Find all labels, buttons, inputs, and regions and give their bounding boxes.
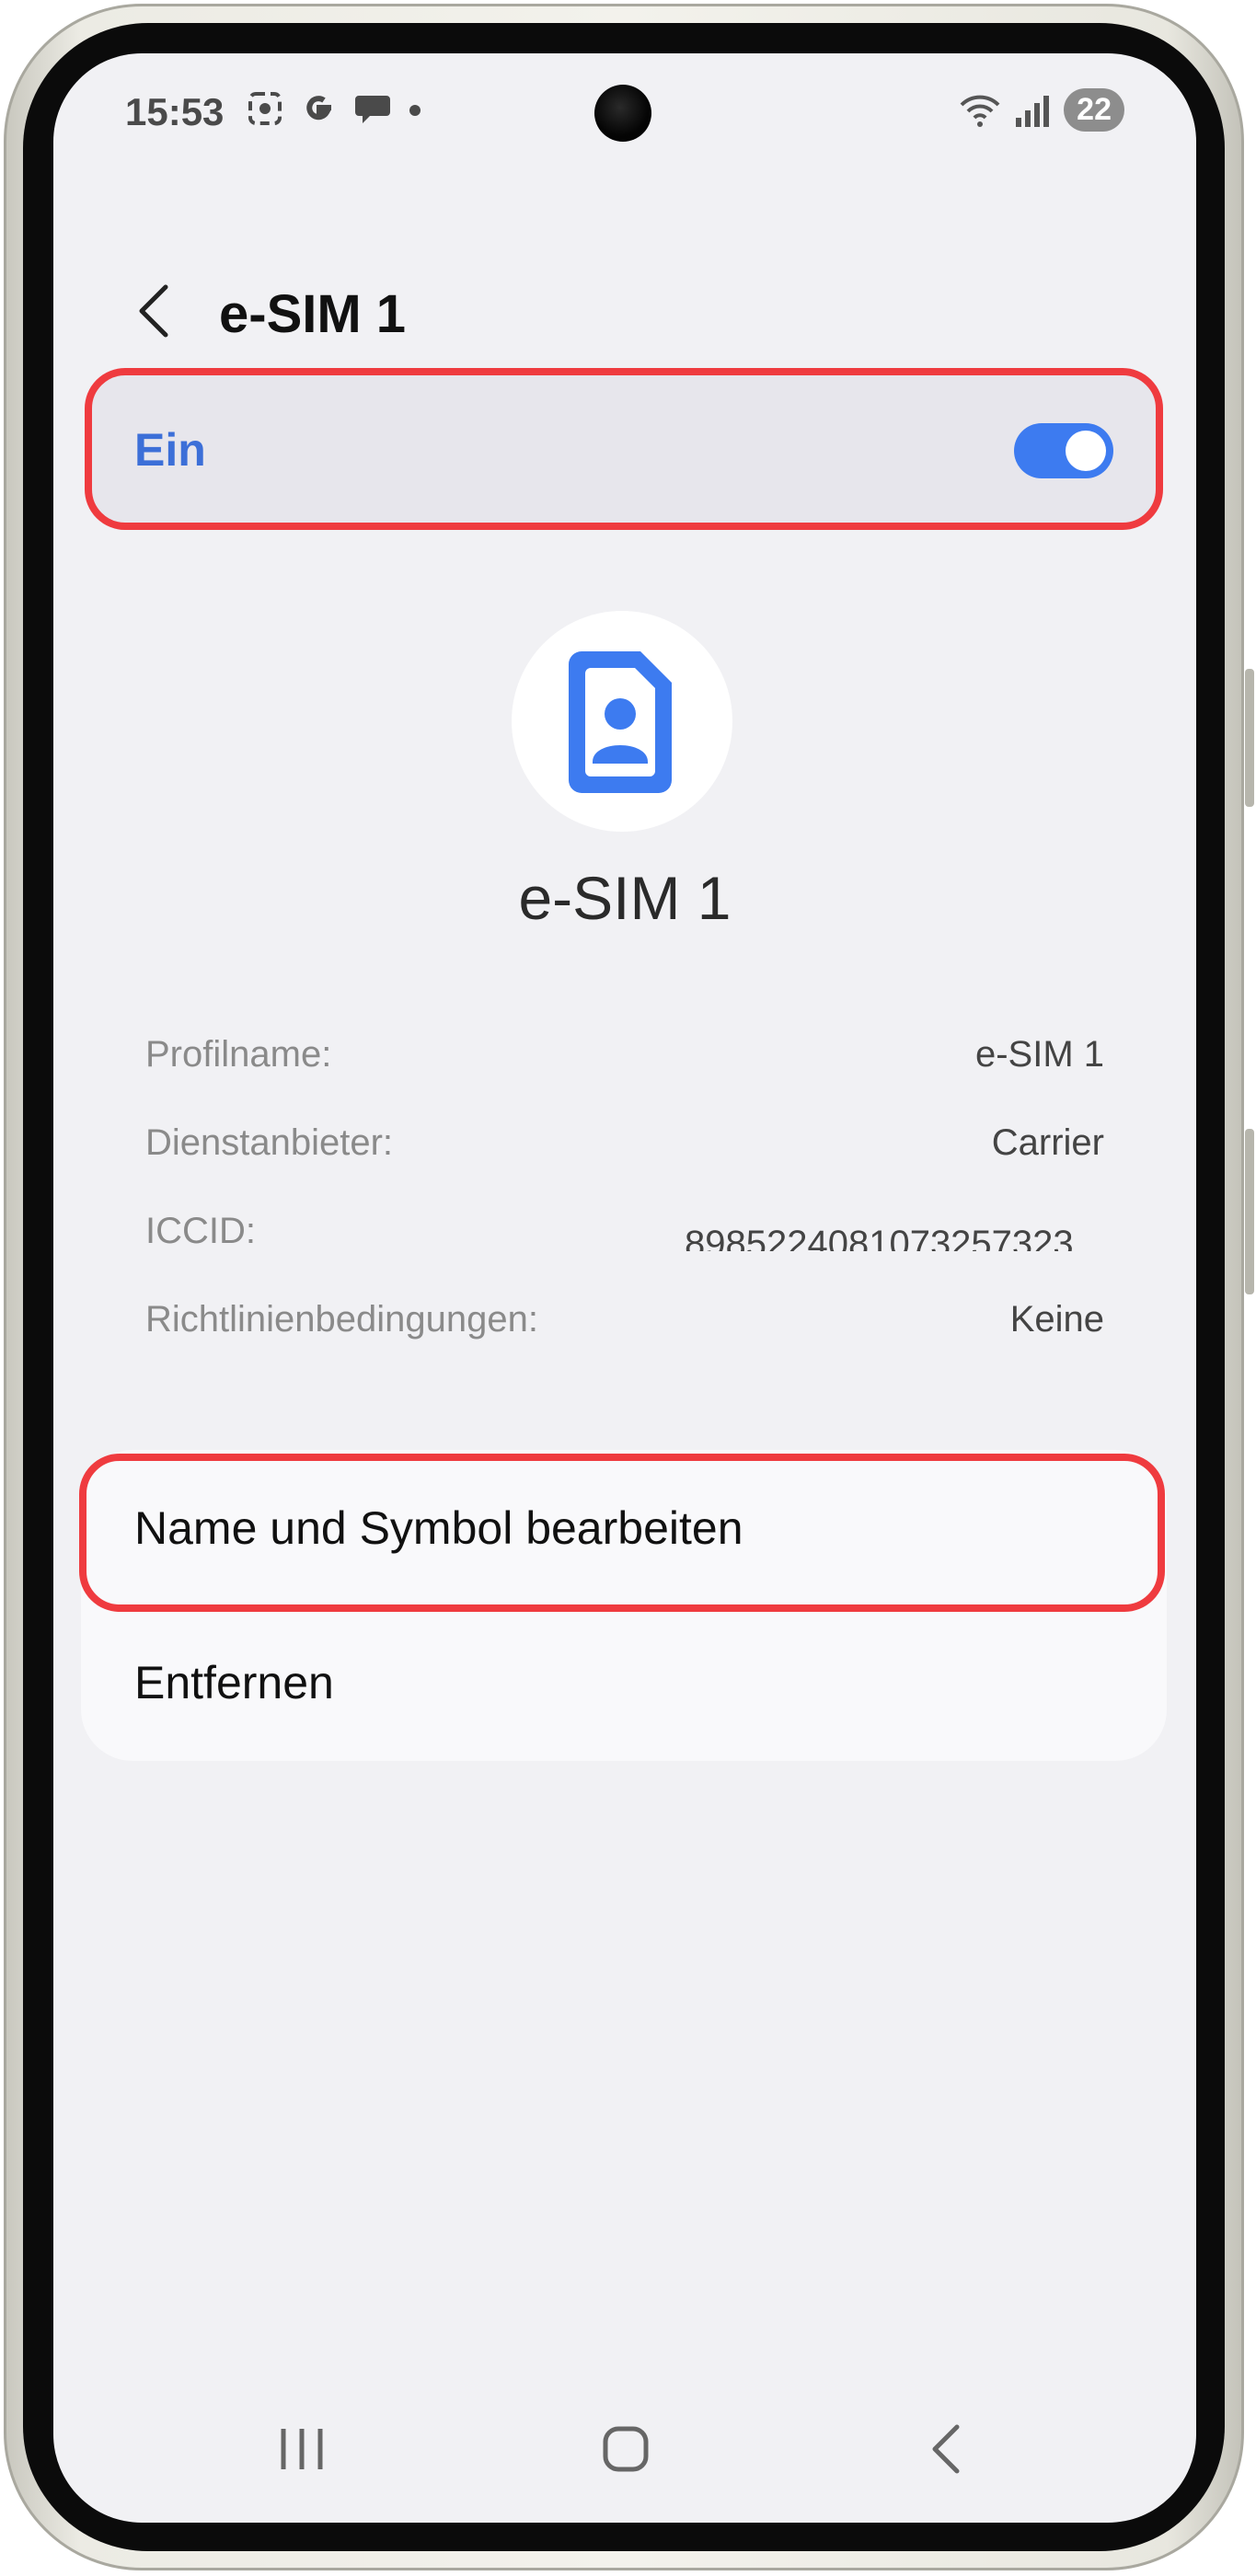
info-row-richtlinien: Richtlinienbedingungen: Keine (145, 1299, 1104, 1354)
info-label: Richtlinienbedingungen: (145, 1299, 538, 1340)
app-header: e-SIM 1 (53, 256, 1196, 366)
profile-name: e-SIM 1 (518, 864, 732, 932)
iccid-value: 8985224081073257323... (684, 1224, 1104, 1251)
iccid-clip: 8985224081073257323... (626, 1211, 1104, 1251)
info-label: Profilname: (145, 1034, 332, 1075)
edit-name-icon-button[interactable]: Name und Symbol bearbeiten (134, 1501, 743, 1555)
info-value: Carrier (991, 1122, 1104, 1163)
esim-switch[interactable] (1014, 423, 1113, 478)
status-left-icons (247, 90, 421, 127)
info-row-iccid: ICCID: 8985224081073257323... (145, 1211, 1104, 1266)
back-arrow-icon[interactable] (118, 274, 191, 348)
screen: 15:53 22 e-SIM 1 Ein e-SIM 1 Profilname:… (53, 53, 1196, 2523)
page-title: e-SIM 1 (219, 284, 407, 344)
recent-apps-icon[interactable] (265, 2412, 339, 2486)
profile-avatar (512, 611, 732, 832)
navigation-bar (53, 2385, 1196, 2523)
back-icon[interactable] (913, 2412, 986, 2486)
status-bar: 15:53 22 (53, 53, 1196, 173)
info-row-dienstanbieter: Dienstanbieter: Carrier (145, 1122, 1104, 1178)
switch-knob (1066, 431, 1106, 471)
info-value: e-SIM 1 (974, 1034, 1104, 1075)
google-icon (306, 96, 332, 121)
info-value: Keine (1009, 1299, 1104, 1340)
status-right-icons: 22 (959, 88, 1124, 132)
signal-icon (1016, 95, 1050, 127)
screenshot-icon (248, 92, 282, 125)
esim-toggle-row[interactable]: Ein (90, 375, 1158, 523)
power-button (1245, 1129, 1254, 1294)
front-camera (594, 85, 651, 142)
home-icon[interactable] (589, 2412, 663, 2486)
dot-icon (409, 105, 421, 116)
info-label: ICCID: (145, 1211, 256, 1251)
battery-icon: 22 (1064, 88, 1124, 132)
info-row-profilname: Profilname: e-SIM 1 (145, 1034, 1104, 1089)
sim-contact-icon (569, 651, 672, 793)
status-time: 15:53 (125, 90, 225, 133)
wifi-icon (960, 95, 1000, 127)
chat-icon (355, 96, 390, 123)
info-label: Dienstanbieter: (145, 1122, 394, 1163)
toggle-label: Ein (134, 424, 206, 476)
remove-button[interactable]: Entfernen (134, 1656, 334, 1709)
actions-card: Name und Symbol bearbeiten Entfernen (81, 1450, 1167, 1761)
volume-button (1245, 669, 1254, 807)
